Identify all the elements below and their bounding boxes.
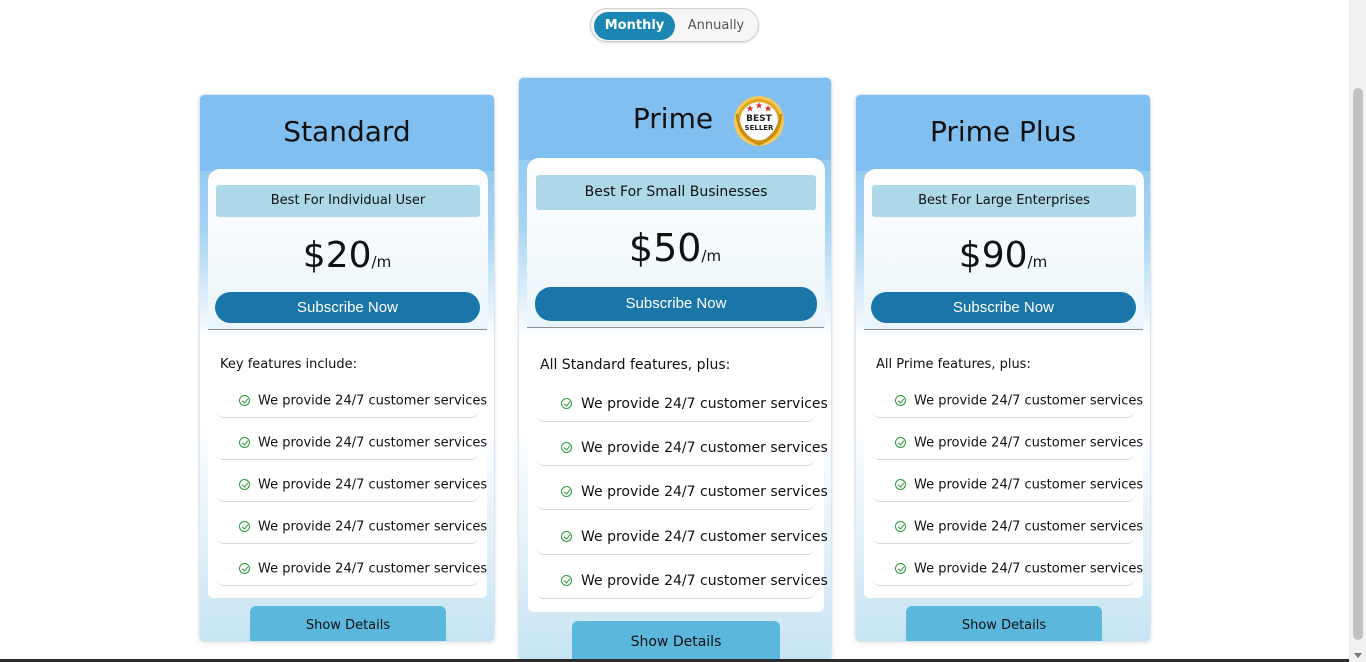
check-circle-icon [895,479,906,490]
features-title: All Prime features, plus: [876,357,1031,372]
check-circle-icon [561,486,572,497]
feature-item: We provide 24/7 customer services [536,431,828,466]
plan-card-prime-plus: Prime Plus Best For Large Enterprises $9… [855,94,1151,642]
plan-title: Prime Plus [929,115,1077,148]
vertical-scrollbar[interactable] [1349,0,1366,662]
check-circle-icon [239,563,250,574]
plan-title: Standard [283,115,411,148]
badge-line-2: SELLER [745,124,775,132]
feature-item: We provide 24/7 customer services [872,511,1143,544]
plan-tag: Best For Large Enterprises [872,185,1136,217]
feature-item: We provide 24/7 customer services [872,385,1143,418]
check-circle-icon [239,395,250,406]
scrollbar-thumb[interactable] [1353,88,1363,640]
badge-line-1: BEST [746,114,772,124]
price-period: /m [701,247,722,265]
subscribe-button[interactable]: Subscribe Now [535,287,817,321]
plan-price: $20/m [200,235,494,276]
check-circle-icon [895,437,906,448]
monthly-option[interactable]: Monthly [594,12,675,40]
feature-item: We provide 24/7 customer services [216,469,487,502]
price-amount: $50 [628,226,702,270]
check-circle-icon [895,563,906,574]
feature-item: We provide 24/7 customer services [536,475,828,510]
check-circle-icon [561,398,572,409]
plan-tag: Best For Small Businesses [536,175,816,210]
feature-item: We provide 24/7 customer services [872,427,1143,460]
check-circle-icon [561,531,572,542]
feature-item: We provide 24/7 customer services [216,553,487,586]
check-circle-icon [561,575,572,586]
plan-price: $90/m [856,235,1150,276]
show-details-button[interactable]: Show Details [906,606,1102,641]
billing-toggle[interactable]: Monthly Annually [590,8,759,42]
subscribe-button[interactable]: Subscribe Now [215,292,480,323]
feature-item: We provide 24/7 customer services [536,520,828,555]
best-seller-badge-icon: BEST SELLER [734,96,784,146]
price-amount: $20 [302,235,372,276]
divider [864,329,1143,330]
plan-card-standard: Standard Best For Individual User $20/m … [199,94,495,642]
check-circle-icon [561,442,572,453]
feature-item: We provide 24/7 customer services [872,553,1143,586]
annually-option[interactable]: Annually [677,12,755,40]
feature-item: We provide 24/7 customer services [536,387,828,422]
feature-item: We provide 24/7 customer services [872,469,1143,502]
check-circle-icon [239,437,250,448]
divider [527,327,824,328]
divider [208,329,487,330]
plan-price: $50/m [519,226,831,270]
check-circle-icon [239,479,250,490]
pricing-page: Monthly Annually Standard Best For Indiv… [0,0,1366,662]
plan-tag: Best For Individual User [216,185,480,217]
price-amount: $90 [958,235,1028,276]
check-circle-icon [239,521,250,532]
subscribe-button[interactable]: Subscribe Now [871,292,1136,323]
feature-item: We provide 24/7 customer services [216,511,487,544]
feature-item: We provide 24/7 customer services [216,427,487,460]
check-circle-icon [895,395,906,406]
show-details-button[interactable]: Show Details [572,621,780,661]
check-circle-icon [895,521,906,532]
feature-item: We provide 24/7 customer services [216,385,487,418]
features-title: All Standard features, plus: [540,357,731,373]
show-details-button[interactable]: Show Details [250,606,446,641]
feature-item: We provide 24/7 customer services [536,564,828,599]
features-title: Key features include: [220,357,358,372]
scroll-down-arrow-icon[interactable] [1354,653,1362,658]
price-period: /m [371,253,392,271]
price-period: /m [1027,253,1048,271]
plan-card-prime: Prime BEST SELLER Best For Small Busines… [518,77,832,662]
